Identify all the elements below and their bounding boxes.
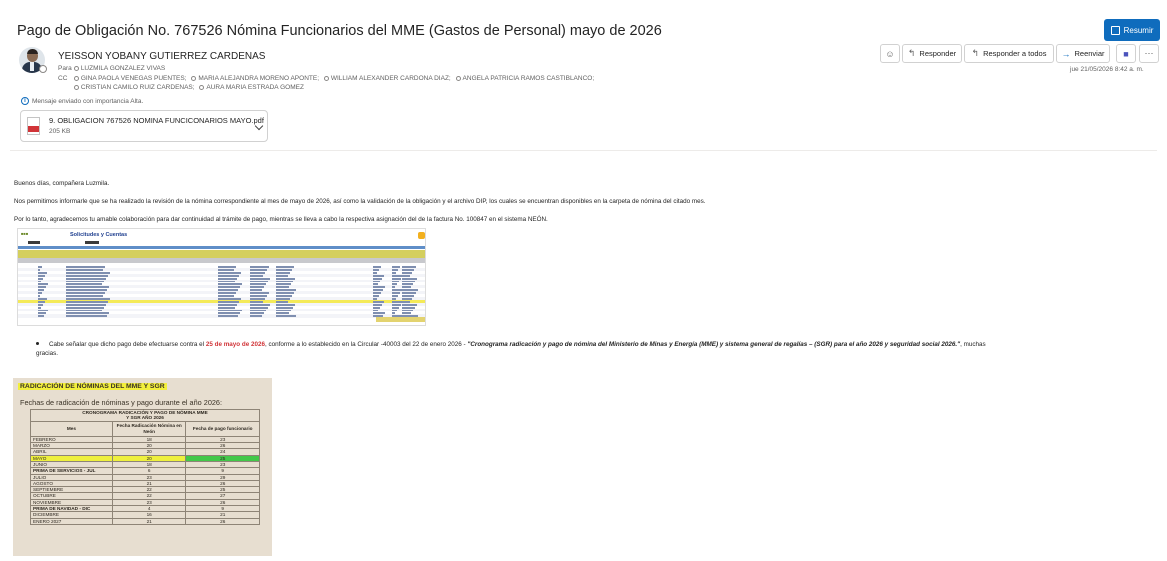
recipient[interactable]: WILLIAM ALEXANDER CARDONA DIAZ; [331, 75, 451, 82]
importance-notice: i Mensaje enviado con importancia Alta. [21, 97, 143, 105]
table-cell: 21 [111, 517, 187, 525]
screenshot-cell [66, 315, 107, 318]
reply-label: Responder [919, 49, 957, 58]
more-icon: ⋯ [1144, 48, 1154, 58]
smiley-icon: ☺ [885, 48, 895, 59]
reply-all-label: Responder a todos [983, 49, 1047, 58]
cc-recipients-line-2: CRISTIAN CAMILO RUIZ CARDENAS; AURA MARI… [58, 84, 304, 91]
schedule-table: CRONOGRAMA RADICACIÓN Y PAGO DE NÓMINA M… [30, 409, 260, 525]
circular-title: "Cronograma radicación y pago de nómina … [467, 341, 961, 348]
email-reading-pane: Pago de Obligación No. 767526 Nómina Fun… [0, 0, 1167, 561]
recipient[interactable]: CRISTIAN CAMILO RUIZ CARDENAS; [81, 84, 195, 91]
payment-note: Cabe señalar que dicho pago debe efectua… [36, 341, 986, 357]
email-subject: Pago de Obligación No. 767526 Nómina Fun… [17, 23, 662, 39]
reply-all-icon: ↰ [971, 48, 980, 58]
body-paragraph: Nos permitimos informarle que se ha real… [14, 198, 706, 205]
cc-recipients-line-1: CC GINA PAOLA VENEGAS PUENTES; MARIA ALE… [58, 75, 594, 82]
teams-icon: ■ [1123, 48, 1129, 59]
sender-name[interactable]: YEISSON YOBANY GUTIERREZ CARDENAS [58, 51, 265, 62]
attachment-card[interactable]: 9. OBLIGACION 767526 NOMINA FUNCICONARIO… [20, 110, 268, 142]
emoji-reaction-button[interactable]: ☺ [880, 44, 900, 63]
to-label: Para [58, 65, 72, 72]
attachment-size: 205 KB [49, 128, 71, 135]
summarize-label: Resumir [1123, 25, 1154, 35]
column-header: Fecha de pago funcionario [185, 420, 260, 437]
table-cell: 26 [185, 517, 260, 525]
screenshot-cell [38, 315, 44, 318]
importance-text: Mensaje enviado con importancia Alta. [32, 97, 144, 105]
forward-label: Reenviar [1074, 49, 1105, 58]
screenshot-cell [218, 315, 238, 318]
more-actions-button[interactable]: ⋯ [1139, 44, 1159, 63]
screenshot-title: Solicitudes y Cuentas [70, 232, 128, 238]
avatar-hair [27, 49, 38, 54]
recipient-presence-icon [191, 75, 197, 81]
orange-icon [418, 232, 425, 239]
column-header: Mes [30, 420, 113, 437]
recipient-presence-icon [73, 75, 79, 81]
recipient-presence-icon [199, 84, 205, 90]
table-row: ENERO 2027 21 26 [30, 517, 260, 525]
body-paragraph: Por lo tanto, agradecemos tu amable cola… [14, 216, 548, 223]
greeting: Buenos días, compañera Luzmila. [14, 180, 110, 187]
avatar-shirt [30, 62, 34, 71]
recipient[interactable]: GINA PAOLA VENEGAS PUENTES; [81, 75, 187, 82]
forward-icon: → [1061, 48, 1071, 59]
attachment-name: 9. OBLIGACION 767526 NOMINA FUNCICONARIO… [49, 116, 264, 125]
to-recipients: Para LUZMILA GONZALEZ VIVAS [58, 65, 165, 72]
summarize-button[interactable]: Resumir [1104, 19, 1160, 41]
recipient-presence-icon [73, 65, 79, 71]
presence-status-icon [39, 65, 47, 73]
schedule-title: RADICACIÓN DE NÓMINAS DEL MME Y SGR [18, 383, 167, 390]
bullet-icon [36, 342, 39, 345]
reply-button[interactable]: ↰ Responder [902, 44, 962, 63]
forward-button[interactable]: → Reenviar [1056, 44, 1110, 63]
column-header: Fecha Radicación Nómina en Neón [111, 420, 187, 437]
screenshot-row [18, 314, 425, 319]
reply-all-button[interactable]: ↰ Responder a todos [964, 44, 1054, 63]
info-icon: i [21, 97, 29, 105]
teams-share-button[interactable]: ■ [1116, 44, 1136, 63]
screenshot-cell [250, 315, 262, 318]
screenshot-header-band [18, 250, 425, 258]
reply-icon: ↰ [907, 48, 916, 58]
cc-label: CC [58, 75, 68, 82]
recipient-presence-icon [73, 84, 79, 90]
embedded-screenshot: ■■■ Solicitudes y Cuentas [17, 228, 426, 326]
neon-logo: ■■■ [21, 231, 29, 236]
summarize-icon [1110, 25, 1120, 35]
recipient[interactable]: ANGELA PATRICIA RAMOS CASTIBLANCO; [463, 75, 595, 82]
recipient[interactable]: AURA MARIA ESTRADA GOMEZ [206, 84, 304, 91]
pdf-icon [27, 117, 40, 135]
recipient-presence-icon [455, 75, 461, 81]
table-cell: ENERO 2027 [30, 517, 113, 525]
recipient[interactable]: LUZMILA GONZALEZ VIVAS [81, 65, 165, 72]
screenshot-cell [276, 315, 296, 318]
schedule-image: RADICACIÓN DE NÓMINAS DEL MME Y SGR Fech… [13, 378, 272, 556]
sent-date: jue 21/05/2026 8:42 a. m. [1070, 66, 1144, 73]
header-divider [10, 150, 1157, 151]
payment-date: 25 de mayo de 2026 [205, 341, 266, 348]
recipient[interactable]: MARIA ALEJANDRA MORENO APONTE; [198, 75, 319, 82]
schedule-subtitle: Fechas de radicación de nóminas y pago d… [20, 398, 223, 407]
recipient-presence-icon [323, 75, 329, 81]
